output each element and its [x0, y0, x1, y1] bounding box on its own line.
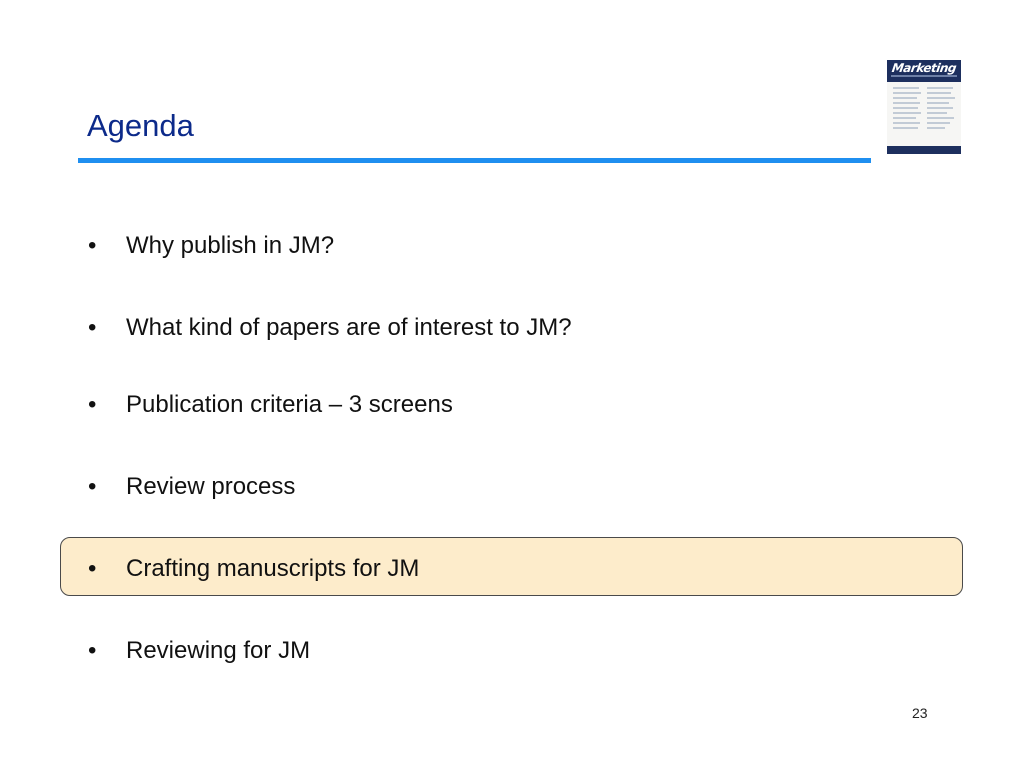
slide: Agenda Marketing • Why publish in JM? • Wh…: [0, 0, 1024, 768]
bullet: •: [88, 473, 97, 500]
agenda-item-crafting-manuscripts: • Crafting manuscripts for JM: [88, 554, 419, 584]
agenda-item-label: Why publish in JM?: [126, 232, 335, 259]
agenda-item-label: What kind of papers are of interest to J…: [126, 314, 572, 341]
agenda-item-label: Publication criteria – 3 screens: [126, 391, 453, 418]
agenda-item-papers-of-interest: • What kind of papers are of interest to …: [88, 313, 572, 343]
slide-title: Agenda: [87, 108, 194, 143]
bullet: •: [88, 391, 97, 418]
agenda-item-label: Crafting manuscripts for JM: [126, 555, 420, 582]
cover-contents-lines: [893, 87, 955, 129]
agenda-item-why-publish: • Why publish in JM?: [88, 231, 334, 261]
page-number: 23: [912, 705, 928, 721]
cover-footer-band: [887, 146, 961, 154]
journal-cover-thumbnail: Marketing: [887, 60, 961, 154]
bullet: •: [88, 232, 97, 259]
agenda-item-reviewing: • Reviewing for JM: [88, 636, 310, 666]
agenda-item-publication-criteria: • Publication criteria – 3 screens: [88, 390, 453, 420]
agenda-item-review-process: • Review process: [88, 472, 295, 502]
agenda-item-label: Review process: [126, 473, 296, 500]
bullet: •: [88, 555, 97, 582]
bullet: •: [88, 314, 97, 341]
title-underline: [78, 158, 871, 163]
agenda-item-label: Reviewing for JM: [126, 637, 311, 664]
bullet: •: [88, 637, 97, 664]
